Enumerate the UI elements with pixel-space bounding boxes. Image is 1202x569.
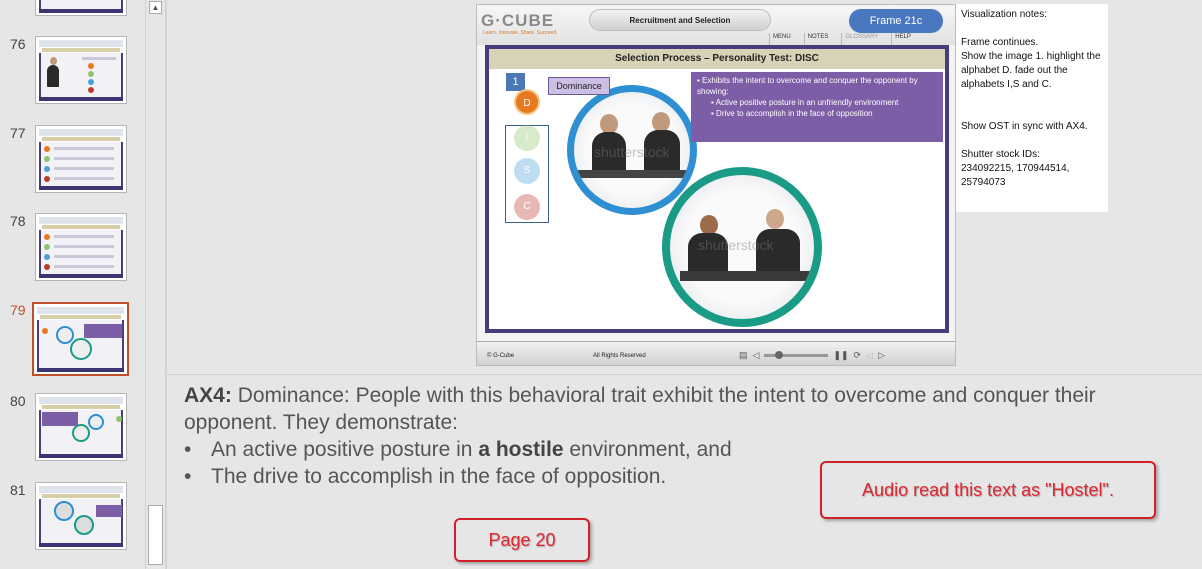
dominance-label: Dominance bbox=[548, 77, 610, 95]
slide-thumbnail-pane: 76 77 78 79 80 81 bbox=[0, 0, 145, 569]
notes-intro: Dominance: People with this behavioral t… bbox=[184, 384, 1096, 434]
player-controls: ▤ ◁ ❚❚ ⟳ ◁ ▷ bbox=[739, 348, 949, 362]
arm-wrestling-photo-circle: shutterstock bbox=[662, 167, 822, 327]
number-badge: 1 bbox=[506, 73, 525, 91]
pause-icon[interactable]: ❚❚ bbox=[833, 350, 848, 361]
presentation-editor: 76 77 78 79 80 81 ▲ G·CUBE Learn. Innova… bbox=[0, 0, 1202, 569]
slide-thumbnail-75[interactable] bbox=[35, 0, 127, 16]
slide-number: 79 bbox=[10, 302, 26, 318]
visualization-notes[interactable]: Visualization notes: Frame continues. Sh… bbox=[956, 4, 1108, 212]
bullet-text: environment, and bbox=[563, 438, 732, 461]
slide-number: 80 bbox=[10, 393, 26, 409]
notes-bullet: • An active positive posture in a hostil… bbox=[184, 436, 1194, 463]
meeting-photo-circle: shutterstock bbox=[567, 85, 697, 215]
letter-c-circle: C bbox=[514, 194, 540, 220]
slide-thumbnail[interactable] bbox=[35, 213, 127, 281]
slide-header: G·CUBE Learn. Innovate. Share. Succeed. … bbox=[477, 5, 955, 45]
bullet-text: An active positive posture in bbox=[211, 438, 479, 461]
next-icon[interactable]: ▷ bbox=[878, 350, 885, 361]
copyright-text: © G-Cube bbox=[487, 353, 515, 359]
slide-number: 77 bbox=[10, 125, 26, 141]
bullet-char: • bbox=[184, 438, 192, 461]
slide-thumbnail[interactable] bbox=[35, 393, 127, 461]
logo-tagline: Learn. Innovate. Share. Succeed. bbox=[483, 30, 558, 36]
bullet-char: • bbox=[184, 465, 192, 488]
course-title: Recruitment and Selection bbox=[589, 9, 771, 31]
transcript-icon[interactable]: ▤ bbox=[739, 350, 748, 361]
ax-label: AX4: bbox=[184, 384, 232, 407]
progress-slider[interactable] bbox=[764, 350, 829, 359]
back-icon[interactable]: ◁ bbox=[866, 350, 873, 361]
slide-thumbnail[interactable] bbox=[35, 482, 127, 550]
nav-glossary[interactable]: GLOSSARY bbox=[841, 33, 881, 45]
slide-canvas[interactable]: G·CUBE Learn. Innovate. Share. Succeed. … bbox=[476, 4, 956, 366]
notes-divider[interactable] bbox=[167, 374, 1202, 375]
audio-review-callout[interactable]: Audio read this text as "Hostel". bbox=[820, 461, 1156, 519]
info-intro: ▪ Exhibits the intent to overcome and co… bbox=[697, 76, 918, 96]
replay-icon[interactable]: ⟳ bbox=[854, 350, 862, 361]
info-point: ▪ Drive to accomplish in the face of opp… bbox=[711, 109, 873, 118]
volume-icon[interactable]: ◁ bbox=[753, 350, 760, 361]
slide-number: 81 bbox=[10, 482, 26, 498]
section-title: Selection Process – Personality Test: DI… bbox=[489, 49, 945, 69]
rights-text: All Rights Reserved bbox=[593, 353, 646, 359]
bullet-bold-text: a hostile bbox=[478, 438, 564, 461]
gcube-logo: G·CUBE bbox=[481, 11, 555, 30]
slide-thumbnail[interactable] bbox=[35, 125, 127, 193]
slide-nav: MENU NOTES GLOSSARY HELP bbox=[769, 33, 914, 45]
letter-d-circle: D bbox=[514, 89, 540, 115]
slide-number: 78 bbox=[10, 213, 26, 229]
slide-thumbnail-selected[interactable] bbox=[32, 302, 129, 376]
progress-knob[interactable] bbox=[774, 350, 783, 359]
pane-divider[interactable] bbox=[165, 0, 167, 569]
dominance-info-box: ▪ Exhibits the intent to overcome and co… bbox=[691, 72, 943, 142]
watermark: shutterstock bbox=[698, 237, 774, 253]
nav-menu[interactable]: MENU bbox=[769, 33, 794, 45]
notes-paragraph: AX4: Dominance: People with this behavio… bbox=[184, 382, 1194, 436]
watermark: shutterstock bbox=[594, 144, 670, 160]
letter-s-circle: S bbox=[514, 158, 540, 184]
bullet-text: The drive to accomplish in the face of o… bbox=[211, 465, 667, 488]
letter-i-circle: I bbox=[514, 125, 540, 151]
page-review-callout[interactable]: Page 20 bbox=[454, 518, 590, 562]
thumbnail-scrollbar[interactable]: ▲ bbox=[145, 0, 164, 569]
slide-thumbnail[interactable] bbox=[35, 36, 127, 104]
nav-help[interactable]: HELP bbox=[891, 33, 914, 45]
scroll-up-arrow-icon[interactable]: ▲ bbox=[149, 1, 162, 14]
scroll-thumb[interactable] bbox=[148, 505, 163, 565]
slide-footer: © G-Cube All Rights Reserved ▤ ◁ ❚❚ ⟳ ◁ … bbox=[477, 341, 955, 365]
nav-notes[interactable]: NOTES bbox=[803, 33, 832, 45]
frame-label-badge[interactable]: Frame 21c bbox=[849, 9, 943, 33]
info-point: ▪ Active positive posture in an unfriend… bbox=[711, 98, 899, 107]
slide-number: 76 bbox=[10, 36, 26, 52]
